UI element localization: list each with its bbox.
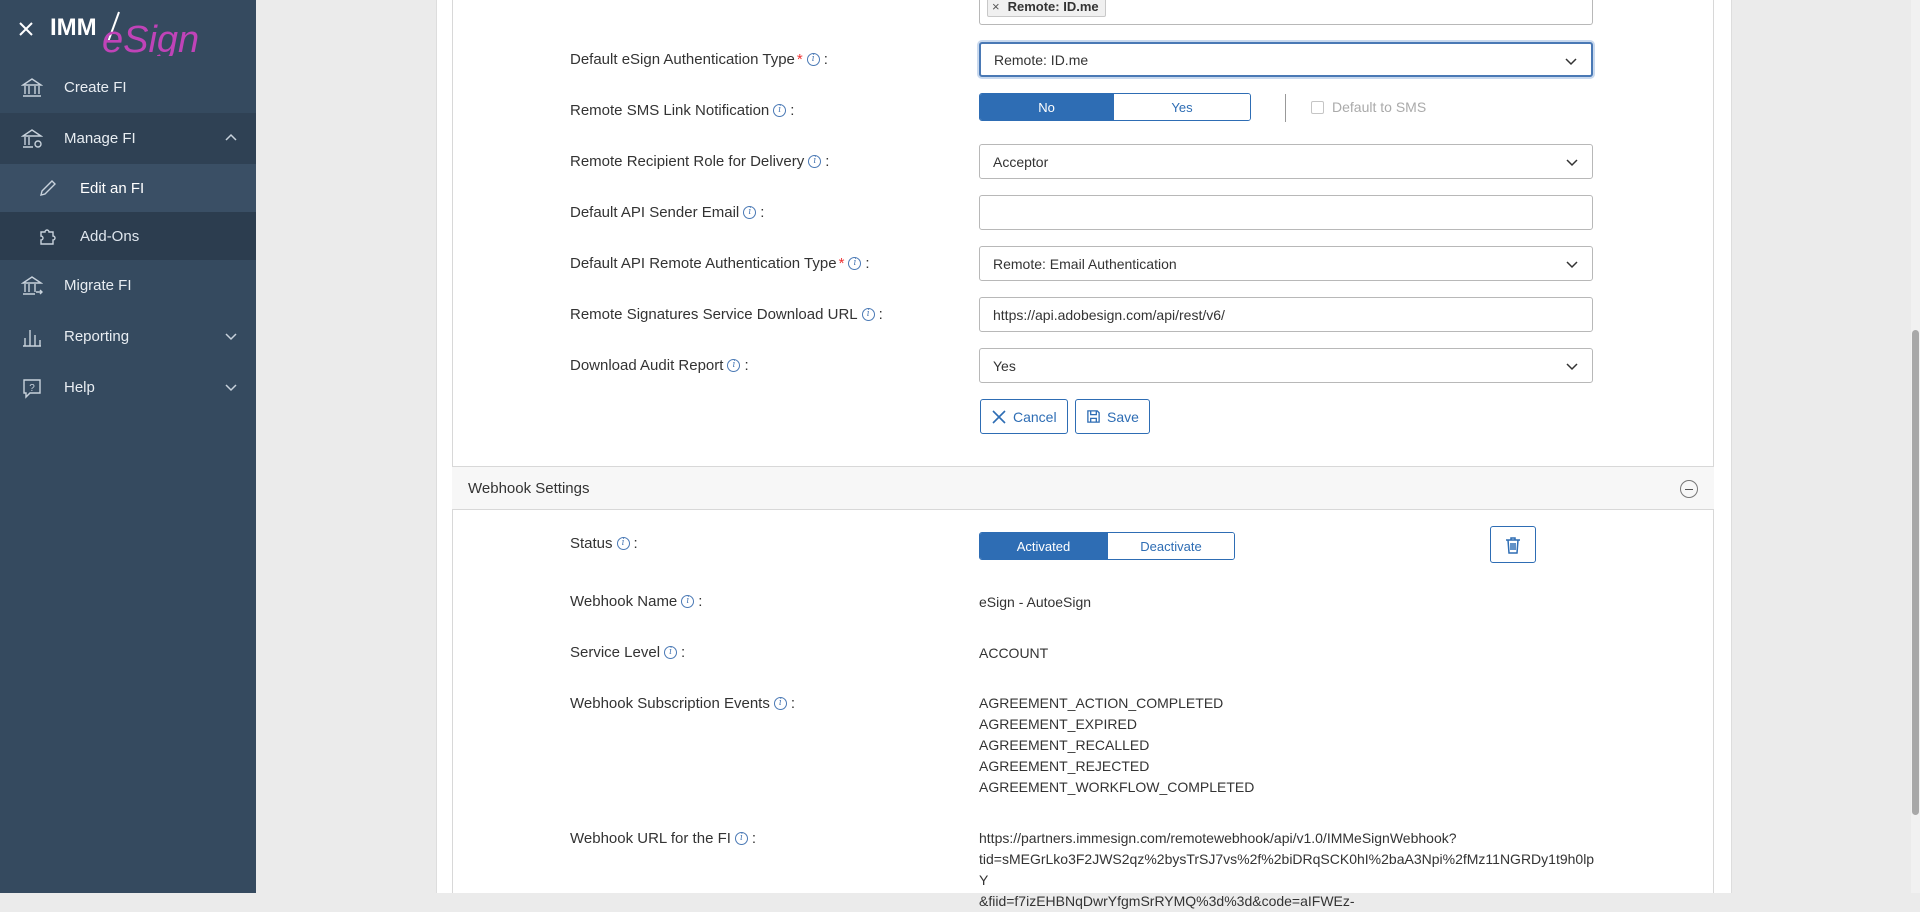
default-to-sms-label: Default to SMS bbox=[1332, 99, 1427, 115]
collapse-icon[interactable] bbox=[1680, 480, 1698, 498]
chevron-down-icon bbox=[1566, 159, 1578, 167]
puzzle-icon bbox=[36, 224, 60, 248]
required-asterisk: * bbox=[838, 255, 845, 272]
default-auth-label: Default eSign Authentication Type * i: bbox=[570, 51, 828, 68]
scrollbar[interactable] bbox=[1911, 0, 1920, 893]
sender-email-label: Default API Sender Email i: bbox=[570, 204, 765, 221]
info-icon[interactable]: i bbox=[743, 206, 757, 219]
subscription-events-list: AGREEMENT_ACTION_COMPLETED AGREEMENT_EXP… bbox=[979, 693, 1254, 798]
sidebar-item-create-fi[interactable]: Create FI bbox=[0, 62, 256, 113]
api-auth-label: Default API Remote Authentication Type * i… bbox=[570, 255, 870, 272]
info-icon[interactable]: i bbox=[848, 257, 862, 270]
event-item: AGREEMENT_EXPIRED bbox=[979, 716, 1137, 732]
sidebar: IMM eSign Create FI Manage FI Edit an FI… bbox=[0, 0, 256, 893]
chevron-down-icon bbox=[1566, 261, 1578, 269]
required-asterisk: * bbox=[796, 51, 803, 68]
save-button[interactable]: Save bbox=[1075, 399, 1150, 434]
bar-chart-icon bbox=[20, 325, 44, 349]
event-item: AGREEMENT_WORKFLOW_COMPLETED bbox=[979, 779, 1255, 795]
floppy-disk-icon bbox=[1087, 410, 1100, 423]
download-url-input[interactable]: https://api.adobesign.com/api/rest/v6/ bbox=[979, 297, 1593, 332]
imm-esign-logo: IMM eSign bbox=[50, 11, 199, 56]
info-icon[interactable]: i bbox=[773, 697, 787, 710]
subscription-events-label: Webhook Subscription Events i: bbox=[570, 695, 796, 712]
event-item: AGREEMENT_REJECTED bbox=[979, 758, 1150, 774]
chevron-down-icon bbox=[225, 384, 237, 392]
info-icon[interactable]: i bbox=[734, 832, 748, 845]
sender-email-input[interactable] bbox=[979, 195, 1593, 230]
audit-report-select[interactable]: Yes bbox=[979, 348, 1593, 383]
info-icon[interactable]: i bbox=[616, 537, 630, 550]
event-item: AGREEMENT_RECALLED bbox=[979, 737, 1150, 753]
info-icon[interactable]: i bbox=[773, 104, 787, 117]
sidebar-item-reporting[interactable]: Reporting bbox=[0, 311, 256, 362]
help-icon: ? bbox=[20, 376, 44, 400]
pencil-icon bbox=[36, 176, 60, 200]
sms-notification-label: Remote SMS Link Notification i: bbox=[570, 102, 795, 119]
api-auth-select[interactable]: Remote: Email Authentication bbox=[979, 246, 1593, 281]
webhook-status-toggle: Activated Deactivate bbox=[979, 532, 1235, 560]
chevron-up-icon bbox=[225, 133, 237, 141]
auth-types-multiselect[interactable]: × Remote: ID.me bbox=[979, 0, 1593, 25]
sidebar-item-label: Edit an FI bbox=[80, 179, 145, 197]
sidebar-item-manage-fi[interactable]: Manage FI bbox=[0, 113, 256, 164]
recipient-role-select[interactable]: Acceptor bbox=[979, 144, 1593, 179]
webhook-url-label: Webhook URL for the FI i: bbox=[570, 830, 757, 847]
cancel-button[interactable]: Cancel bbox=[980, 399, 1068, 434]
bank-gear-icon bbox=[20, 127, 44, 151]
recipient-role-label: Remote Recipient Role for Delivery i: bbox=[570, 153, 830, 170]
svg-text:IMM: IMM bbox=[50, 14, 97, 41]
info-icon[interactable]: i bbox=[808, 155, 822, 168]
remove-tag-icon[interactable]: × bbox=[992, 0, 1000, 14]
webhook-url-value: https://partners.immesign.com/remotewebh… bbox=[979, 830, 1595, 909]
sidebar-item-edit-fi[interactable]: Edit an FI bbox=[0, 164, 256, 212]
selected-tag: × Remote: ID.me bbox=[987, 0, 1106, 17]
webhook-name-label: Webhook Name i: bbox=[570, 593, 703, 610]
svg-text:eSign: eSign bbox=[102, 19, 199, 56]
sms-notification-toggle: No Yes bbox=[979, 93, 1251, 121]
info-icon[interactable]: i bbox=[681, 595, 695, 608]
download-url-label: Remote Signatures Service Download URL i: bbox=[570, 306, 883, 323]
trash-icon bbox=[1506, 536, 1520, 554]
webhook-status-label: Status i: bbox=[570, 535, 638, 552]
delete-webhook-button[interactable] bbox=[1490, 526, 1536, 563]
service-level-value: ACCOUNT bbox=[979, 645, 1049, 661]
info-icon[interactable]: i bbox=[806, 53, 820, 66]
bank-migrate-icon bbox=[20, 274, 44, 298]
chevron-down-icon bbox=[1566, 363, 1578, 371]
default-auth-select[interactable]: Remote: ID.me bbox=[979, 42, 1593, 77]
sidebar-item-label: Create FI bbox=[64, 79, 127, 96]
info-icon[interactable]: i bbox=[861, 308, 875, 321]
activated-option[interactable]: Activated bbox=[980, 533, 1107, 559]
webhook-name-value: eSign - AutoeSign bbox=[979, 594, 1092, 610]
sidebar-item-label: Add-Ons bbox=[80, 227, 140, 245]
chevron-down-icon bbox=[225, 333, 237, 341]
close-icon[interactable] bbox=[18, 18, 38, 42]
close-icon bbox=[992, 409, 1006, 424]
sms-no-option[interactable]: No bbox=[980, 94, 1113, 120]
chevron-down-icon bbox=[1565, 58, 1577, 66]
sidebar-item-add-ons[interactable]: Add-Ons bbox=[0, 212, 256, 260]
info-icon[interactable]: i bbox=[727, 359, 741, 372]
scrollbar-thumb[interactable] bbox=[1912, 330, 1919, 815]
sms-yes-option[interactable]: Yes bbox=[1113, 94, 1250, 120]
sidebar-header: IMM eSign bbox=[0, 0, 256, 62]
webhook-settings-header[interactable]: Webhook Settings bbox=[452, 466, 1714, 510]
sidebar-item-help[interactable]: ? Help bbox=[0, 362, 256, 413]
info-icon[interactable]: i bbox=[664, 646, 678, 659]
divider bbox=[1285, 94, 1286, 122]
sidebar-item-label: Manage FI bbox=[64, 130, 136, 147]
svg-text:?: ? bbox=[29, 383, 35, 394]
default-to-sms-checkbox[interactable] bbox=[1311, 101, 1324, 114]
sidebar-item-label: Help bbox=[64, 379, 95, 396]
bank-icon bbox=[20, 76, 44, 100]
sidebar-item-migrate-fi[interactable]: Migrate FI bbox=[0, 260, 256, 311]
audit-report-label: Download Audit Report i: bbox=[570, 357, 749, 374]
sidebar-item-label: Migrate FI bbox=[64, 277, 132, 294]
service-level-label: Service Level i: bbox=[570, 644, 686, 661]
deactivate-option[interactable]: Deactivate bbox=[1107, 533, 1234, 559]
sidebar-item-label: Reporting bbox=[64, 328, 130, 345]
event-item: AGREEMENT_ACTION_COMPLETED bbox=[979, 695, 1224, 711]
